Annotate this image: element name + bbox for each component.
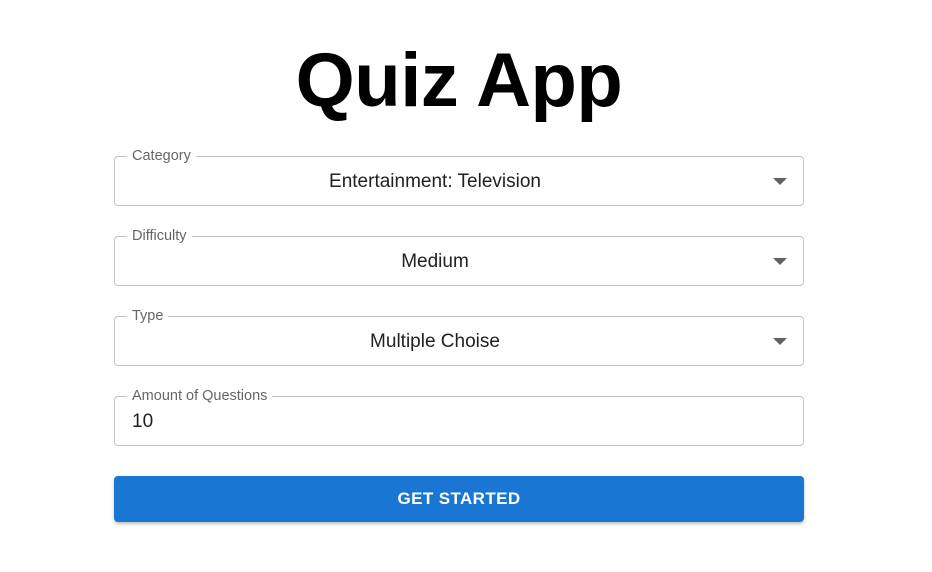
type-select[interactable]: Type Multiple Choise bbox=[114, 307, 804, 366]
category-value: Entertainment: Television bbox=[329, 171, 541, 192]
amount-of-questions-label: Amount of Questions bbox=[127, 387, 273, 405]
difficulty-select[interactable]: Difficulty Medium bbox=[114, 227, 804, 286]
type-value: Multiple Choise bbox=[370, 331, 500, 352]
amount-of-questions-input[interactable]: 10 bbox=[132, 410, 153, 434]
amount-of-questions-field[interactable]: Amount of Questions 10 bbox=[114, 387, 804, 446]
category-label: Category bbox=[127, 147, 196, 165]
page-title: Quiz App bbox=[295, 38, 623, 123]
difficulty-label: Difficulty bbox=[127, 227, 192, 245]
arrow-drop-down-icon[interactable] bbox=[773, 338, 787, 345]
arrow-drop-down-icon[interactable] bbox=[773, 258, 787, 265]
get-started-button[interactable]: GET STARTED bbox=[114, 476, 804, 522]
arrow-drop-down-icon[interactable] bbox=[773, 178, 787, 185]
difficulty-value: Medium bbox=[401, 251, 469, 272]
quiz-setup-page: Quiz App Category Entertainment: Televis… bbox=[0, 0, 932, 572]
category-select[interactable]: Category Entertainment: Television bbox=[114, 147, 804, 206]
type-label: Type bbox=[127, 307, 169, 325]
